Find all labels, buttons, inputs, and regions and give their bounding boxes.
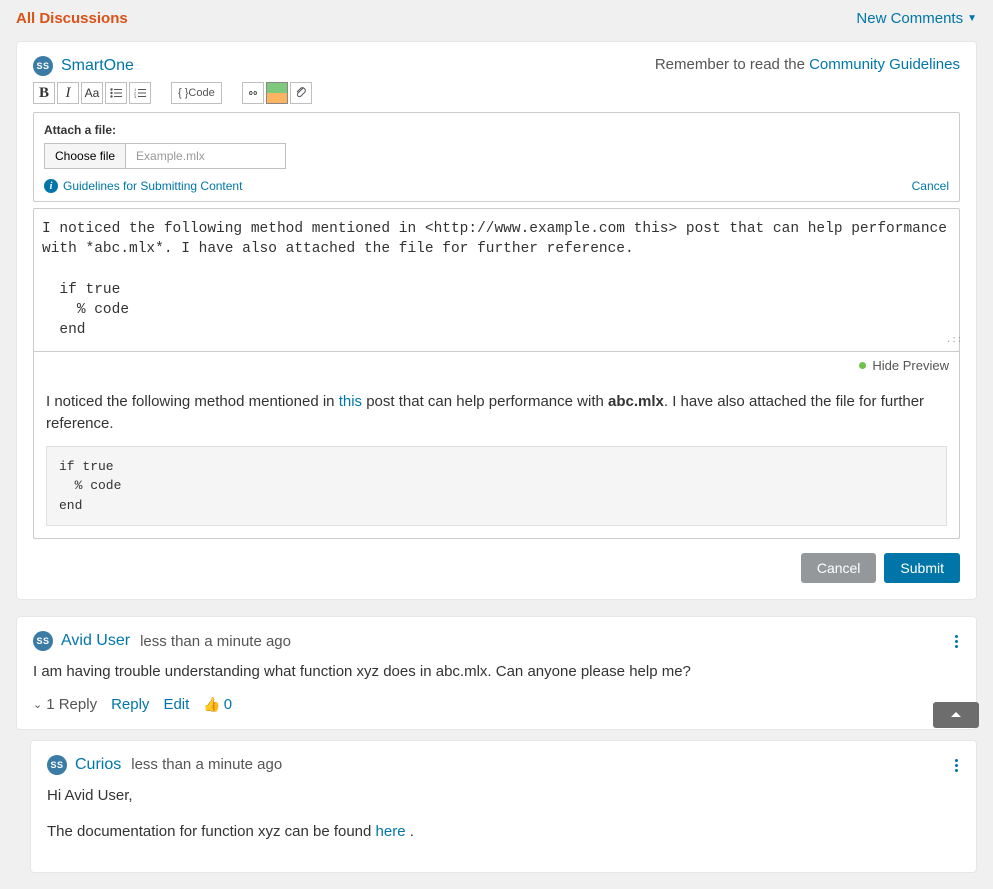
preview-code-block: if true % code end bbox=[46, 446, 947, 527]
cancel-button[interactable]: Cancel bbox=[801, 553, 877, 583]
attach-section: Attach a file: Choose file Example.mlx i… bbox=[33, 112, 960, 202]
edit-link[interactable]: Edit bbox=[163, 696, 189, 713]
comment-body: Hi Avid User, The documentation for func… bbox=[47, 785, 960, 844]
preview-bar: Hide Preview bbox=[33, 351, 960, 379]
comment-body: I am having trouble understanding what f… bbox=[33, 661, 960, 684]
image-button[interactable] bbox=[266, 82, 288, 104]
username-link[interactable]: Curios bbox=[75, 756, 121, 774]
caret-down-icon: ▼ bbox=[967, 13, 977, 24]
like-button[interactable]: 👍 0 bbox=[203, 696, 232, 713]
file-name-display: Example.mlx bbox=[126, 143, 286, 169]
monospace-button[interactable]: Aa bbox=[81, 82, 103, 104]
submitting-guidelines-link[interactable]: Guidelines for Submitting Content bbox=[63, 179, 242, 193]
new-comments-label: New Comments bbox=[856, 10, 963, 27]
username-link[interactable]: SmartOne bbox=[61, 57, 134, 75]
resize-handle-icon[interactable]: .:: bbox=[946, 338, 956, 348]
submit-button[interactable]: Submit bbox=[884, 553, 960, 583]
comment-text: . bbox=[406, 823, 414, 840]
guidelines-reminder: Remember to read the Community Guideline… bbox=[655, 56, 960, 73]
community-guidelines-link[interactable]: Community Guidelines bbox=[809, 56, 960, 73]
editor-content: I noticed the following method mentioned… bbox=[42, 221, 956, 338]
username-link[interactable]: Avid User bbox=[61, 632, 130, 650]
reply-link[interactable]: Reply bbox=[111, 696, 149, 713]
preview-text: I noticed the following method mentioned… bbox=[46, 393, 339, 410]
preview-text: post that can help performance with bbox=[362, 393, 608, 410]
preview-link-this[interactable]: this bbox=[339, 393, 362, 410]
choose-file-button[interactable]: Choose file bbox=[44, 143, 126, 169]
preview-status-dot-icon bbox=[859, 362, 866, 369]
more-menu-button[interactable] bbox=[951, 631, 962, 652]
avatar: SS bbox=[33, 56, 53, 76]
info-icon: i bbox=[44, 179, 58, 193]
comment-timestamp: less than a minute ago bbox=[131, 756, 282, 773]
comment-text: The documentation for function xyz can b… bbox=[47, 823, 376, 840]
reminder-text: Remember to read the bbox=[655, 56, 809, 73]
here-link[interactable]: here bbox=[376, 823, 406, 840]
bullet-list-button[interactable] bbox=[105, 82, 127, 104]
avatar: SS bbox=[47, 755, 67, 775]
chevron-down-icon: ⌄ bbox=[33, 698, 42, 711]
avatar: SS bbox=[33, 631, 53, 651]
new-comments-dropdown[interactable]: New Comments ▼ bbox=[856, 10, 977, 27]
hide-preview-toggle[interactable]: Hide Preview bbox=[872, 358, 949, 373]
bold-button[interactable]: B bbox=[33, 82, 55, 104]
editor-textarea[interactable]: I noticed the following method mentioned… bbox=[33, 208, 960, 352]
all-discussions-link[interactable]: All Discussions bbox=[16, 10, 128, 27]
link-button[interactable] bbox=[242, 82, 264, 104]
comment-card: SS Avid User less than a minute ago I am… bbox=[16, 616, 977, 730]
attach-button[interactable] bbox=[290, 82, 312, 104]
attach-label: Attach a file: bbox=[44, 123, 949, 137]
preview-area: I noticed the following method mentioned… bbox=[33, 379, 960, 540]
code-button[interactable]: Code bbox=[171, 82, 222, 104]
comment-card-nested: SS Curios less than a minute ago Hi Avid… bbox=[30, 740, 977, 873]
comment-timestamp: less than a minute ago bbox=[140, 633, 291, 650]
preview-bold: abc.mlx bbox=[608, 393, 664, 410]
more-menu-button[interactable] bbox=[951, 755, 962, 776]
replies-count: 1 Reply bbox=[46, 696, 97, 713]
chevron-up-icon bbox=[949, 710, 963, 720]
svg-text:3: 3 bbox=[134, 94, 137, 98]
thumb-up-icon: 👍 bbox=[203, 696, 220, 713]
like-count: 0 bbox=[224, 696, 232, 713]
editor-toolbar: B I Aa 123 Code bbox=[33, 82, 960, 104]
reply-editor-card: SS SmartOne Remember to read the Communi… bbox=[16, 41, 977, 600]
scroll-to-top-button[interactable] bbox=[933, 702, 979, 728]
comment-greeting: Hi Avid User, bbox=[47, 785, 960, 808]
attach-cancel-link[interactable]: Cancel bbox=[912, 179, 949, 193]
italic-button[interactable]: I bbox=[57, 82, 79, 104]
replies-toggle[interactable]: ⌄ 1 Reply bbox=[33, 696, 97, 713]
numbered-list-button[interactable]: 123 bbox=[129, 82, 151, 104]
